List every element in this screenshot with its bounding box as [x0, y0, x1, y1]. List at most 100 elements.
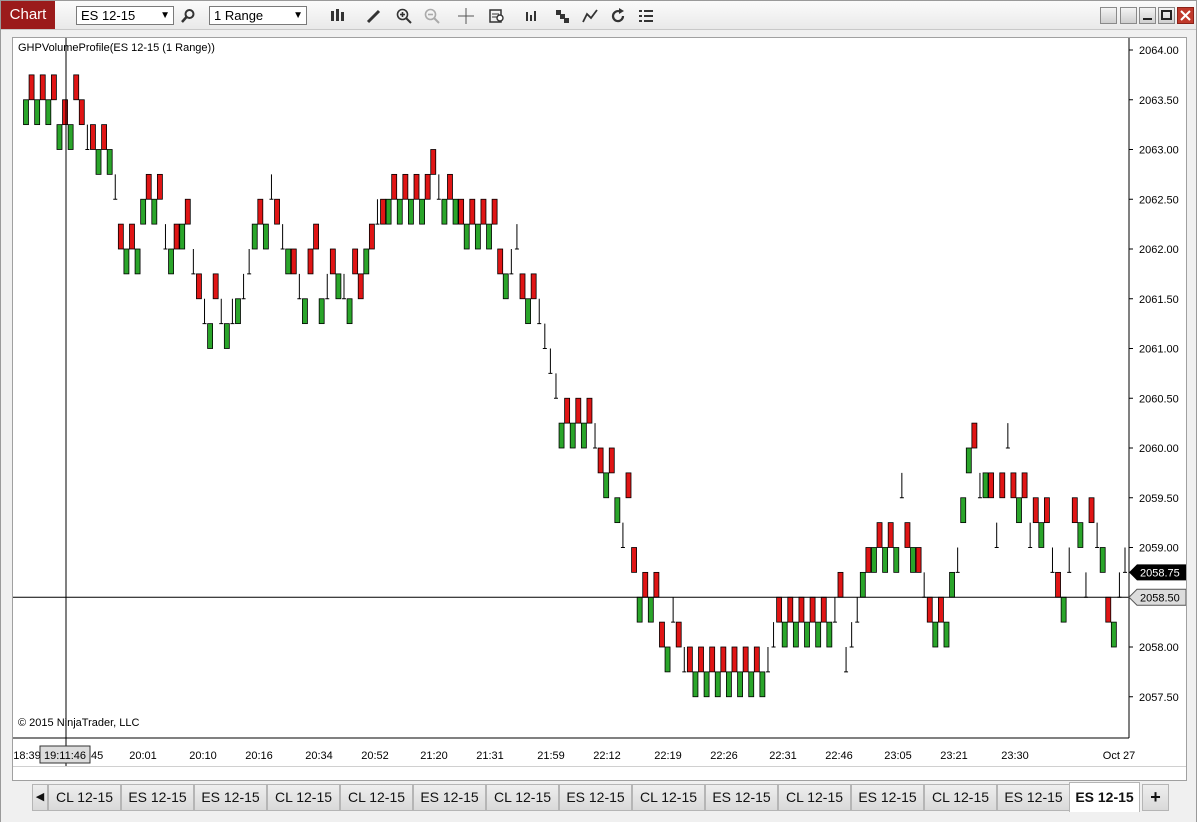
zoom-in-icon[interactable]: [393, 5, 415, 26]
price-bar-up: [134, 248, 141, 275]
instrument-tab[interactable]: CL 12-15: [340, 784, 413, 811]
price-bar-down: [28, 74, 35, 101]
minimize-button[interactable]: [1139, 7, 1156, 24]
instrument-tab[interactable]: ES 12-15: [121, 784, 194, 811]
price-bar-down: [597, 447, 604, 474]
instrument-select[interactable]: ES 12-15 ▼: [76, 6, 174, 25]
price-bar-down: [776, 596, 783, 623]
period-value: 1 Range: [214, 8, 264, 23]
price-bar-down: [329, 248, 336, 275]
instrument-tab[interactable]: CL 12-15: [924, 784, 997, 811]
price-bar-up: [1077, 522, 1084, 548]
period-select[interactable]: 1 Range ▼: [209, 6, 307, 25]
price-bar-up: [748, 671, 755, 698]
add-tab-button[interactable]: +: [1142, 784, 1169, 811]
chart-panel[interactable]: 2064.00 2063.50 2063.00 2062.50 2062.00 2061.…: [12, 37, 1187, 781]
instrument-tab[interactable]: ES 12-15: [559, 784, 632, 811]
price-bar-up: [826, 621, 833, 648]
crosshair-time-label: 19:11:46: [44, 750, 86, 762]
indicator-label: GHPVolumeProfile(ES 12-15 (1 Range)): [18, 42, 215, 54]
properties-icon[interactable]: [635, 5, 657, 26]
tile-icon[interactable]: [1120, 7, 1137, 24]
price-bar-down: [709, 646, 716, 673]
price-chart[interactable]: 2064.00 2063.50 2063.00 2062.50 2062.00 2061.…: [13, 38, 1186, 766]
price-bar-down: [480, 198, 487, 225]
instrument-tab[interactable]: CL 12-15: [778, 784, 851, 811]
price-tick-label: 2064.00: [1139, 45, 1179, 57]
close-button[interactable]: [1177, 7, 1194, 24]
chart-title-tab[interactable]: Chart: [1, 1, 55, 29]
restore-small-icon[interactable]: [1100, 7, 1117, 24]
price-bar-up: [140, 198, 147, 225]
instrument-tab[interactable]: ES 12-15: [194, 784, 267, 811]
price-bar-up: [703, 671, 710, 698]
instrument-tab[interactable]: ES 12-15: [851, 784, 924, 811]
price-bar-down: [519, 273, 526, 300]
instrument-tab[interactable]: ES 12-15: [1069, 782, 1140, 812]
price-bar-down: [564, 397, 571, 424]
data-box-icon[interactable]: [486, 5, 508, 26]
instrument-tab[interactable]: ES 12-15: [413, 784, 486, 811]
instrument-tab[interactable]: ES 12-15: [997, 784, 1070, 811]
price-bar-down: [698, 646, 704, 673]
search-icon[interactable]: [177, 5, 199, 26]
draw-pencil-icon[interactable]: [363, 5, 385, 26]
price-bar-up: [871, 547, 877, 573]
instrument-tab[interactable]: CL 12-15: [632, 784, 705, 811]
price-bar-up: [419, 198, 425, 225]
drawing-tools-icon[interactable]: [579, 5, 601, 26]
price-bar-down: [915, 547, 922, 573]
price-bar-down: [876, 522, 883, 548]
price-bar-up: [34, 99, 41, 126]
price-bar-down: [787, 596, 794, 623]
indicators-icon[interactable]: [521, 5, 543, 26]
price-bar-up: [636, 596, 643, 623]
price-bar-up: [408, 198, 414, 225]
time-tick-label: 18:39: [13, 750, 41, 762]
price-bar-down: [631, 547, 637, 573]
price-bar-up: [335, 273, 342, 300]
price-bar-down: [184, 198, 191, 225]
price-bar-up: [1099, 547, 1106, 573]
price-bar-up: [726, 671, 732, 698]
price-bar-down: [424, 173, 431, 200]
time-tick-label: 20:34: [305, 750, 333, 762]
price-bar-up: [558, 422, 565, 449]
crosshair-icon[interactable]: [455, 5, 477, 26]
price-bar-down: [173, 223, 180, 250]
instrument-tab[interactable]: ES 12-15: [705, 784, 778, 811]
price-bar-up: [262, 223, 269, 250]
price-tick-label: 2058.00: [1139, 642, 1179, 654]
price-bar-down: [413, 173, 420, 200]
instrument-tab[interactable]: CL 12-15: [486, 784, 559, 811]
price-tick-label: 2060.00: [1139, 443, 1179, 455]
price-bar-up: [207, 323, 213, 349]
maximize-button[interactable]: [1158, 7, 1175, 24]
price-bar-up: [474, 223, 481, 250]
price-bar-up: [1016, 497, 1022, 524]
price-bar-up: [664, 646, 671, 673]
bar-type-icon[interactable]: [326, 5, 348, 26]
price-bar-up: [1060, 596, 1067, 623]
price-bar-down: [497, 248, 504, 275]
strategies-icon[interactable]: [551, 5, 573, 26]
price-bar-down: [491, 198, 498, 225]
price-bar-down: [938, 596, 944, 623]
horizontal-scrollbar[interactable]: [13, 766, 1186, 780]
instrument-tab[interactable]: CL 12-15: [48, 784, 121, 811]
price-bar-down: [117, 223, 124, 250]
price-bar-down: [1071, 497, 1078, 524]
price-bar-down: [101, 124, 108, 150]
price-bar-up: [502, 273, 509, 300]
price-bar-down: [1055, 571, 1061, 598]
price-bar-up: [792, 621, 799, 648]
price-bar-down: [653, 571, 660, 598]
tab-prev-arrow-icon[interactable]: ◀: [32, 784, 48, 811]
instrument-tab[interactable]: CL 12-15: [267, 784, 340, 811]
price-bar-down: [156, 173, 163, 200]
price-bar-up: [318, 298, 325, 325]
zoom-out-icon[interactable]: [421, 5, 443, 26]
price-bar-down: [586, 397, 593, 424]
reload-icon[interactable]: [607, 5, 629, 26]
price-bar-up: [45, 99, 52, 126]
